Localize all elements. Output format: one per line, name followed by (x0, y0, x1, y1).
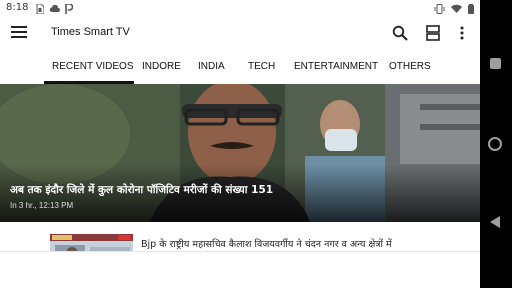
tab-india[interactable]: INDIA (198, 61, 225, 72)
wifi-icon (451, 4, 462, 13)
list-item-title: Bjp के राष्ट्रीय महासचिव कैलाश विजयवर्गी… (141, 239, 392, 250)
featured-video-card[interactable]: अब तक इंदौर जिले में कुल कोरोना पॉजिटिव … (0, 84, 480, 222)
sim-card-icon (36, 3, 44, 14)
featured-video-title: अब तक इंदौर जिले में कुल कोरोना पॉजिटिव … (10, 184, 274, 196)
back-icon[interactable] (490, 216, 500, 228)
bottom-bar (0, 251, 480, 288)
notification-icons (36, 3, 73, 14)
tab-indore[interactable]: INDORE (142, 61, 181, 72)
more-vert-icon[interactable] (458, 25, 466, 41)
parking-icon (65, 3, 73, 14)
layout-icon[interactable] (426, 25, 440, 41)
home-icon[interactable] (488, 137, 502, 151)
featured-video-time: In 3 hr., 12:13 PM (10, 201, 74, 210)
category-tabs: RECENT VIDEOS INDORE INDIA TECH ENTERTAI… (0, 50, 480, 84)
tab-tech[interactable]: TECH (248, 61, 275, 72)
cloud-icon (49, 4, 60, 12)
app-screen: 8:18 Times Smart TV RECENT VIDEOS INDORE… (0, 0, 480, 288)
tab-entertainment[interactable]: ENTERTAINMENT (294, 61, 378, 72)
recents-icon[interactable] (490, 58, 501, 69)
vibrate-icon (434, 3, 445, 14)
battery-icon (468, 3, 474, 14)
app-bar: Times Smart TV (0, 17, 480, 50)
app-title: Times Smart TV (51, 26, 130, 38)
system-icons (434, 3, 474, 14)
menu-icon[interactable] (11, 26, 27, 40)
search-icon[interactable] (392, 25, 408, 41)
status-time: 8:18 (6, 2, 29, 13)
tab-others[interactable]: OTHERS (389, 61, 431, 72)
tab-recent-videos[interactable]: RECENT VIDEOS (52, 61, 134, 72)
status-bar: 8:18 (0, 0, 480, 17)
